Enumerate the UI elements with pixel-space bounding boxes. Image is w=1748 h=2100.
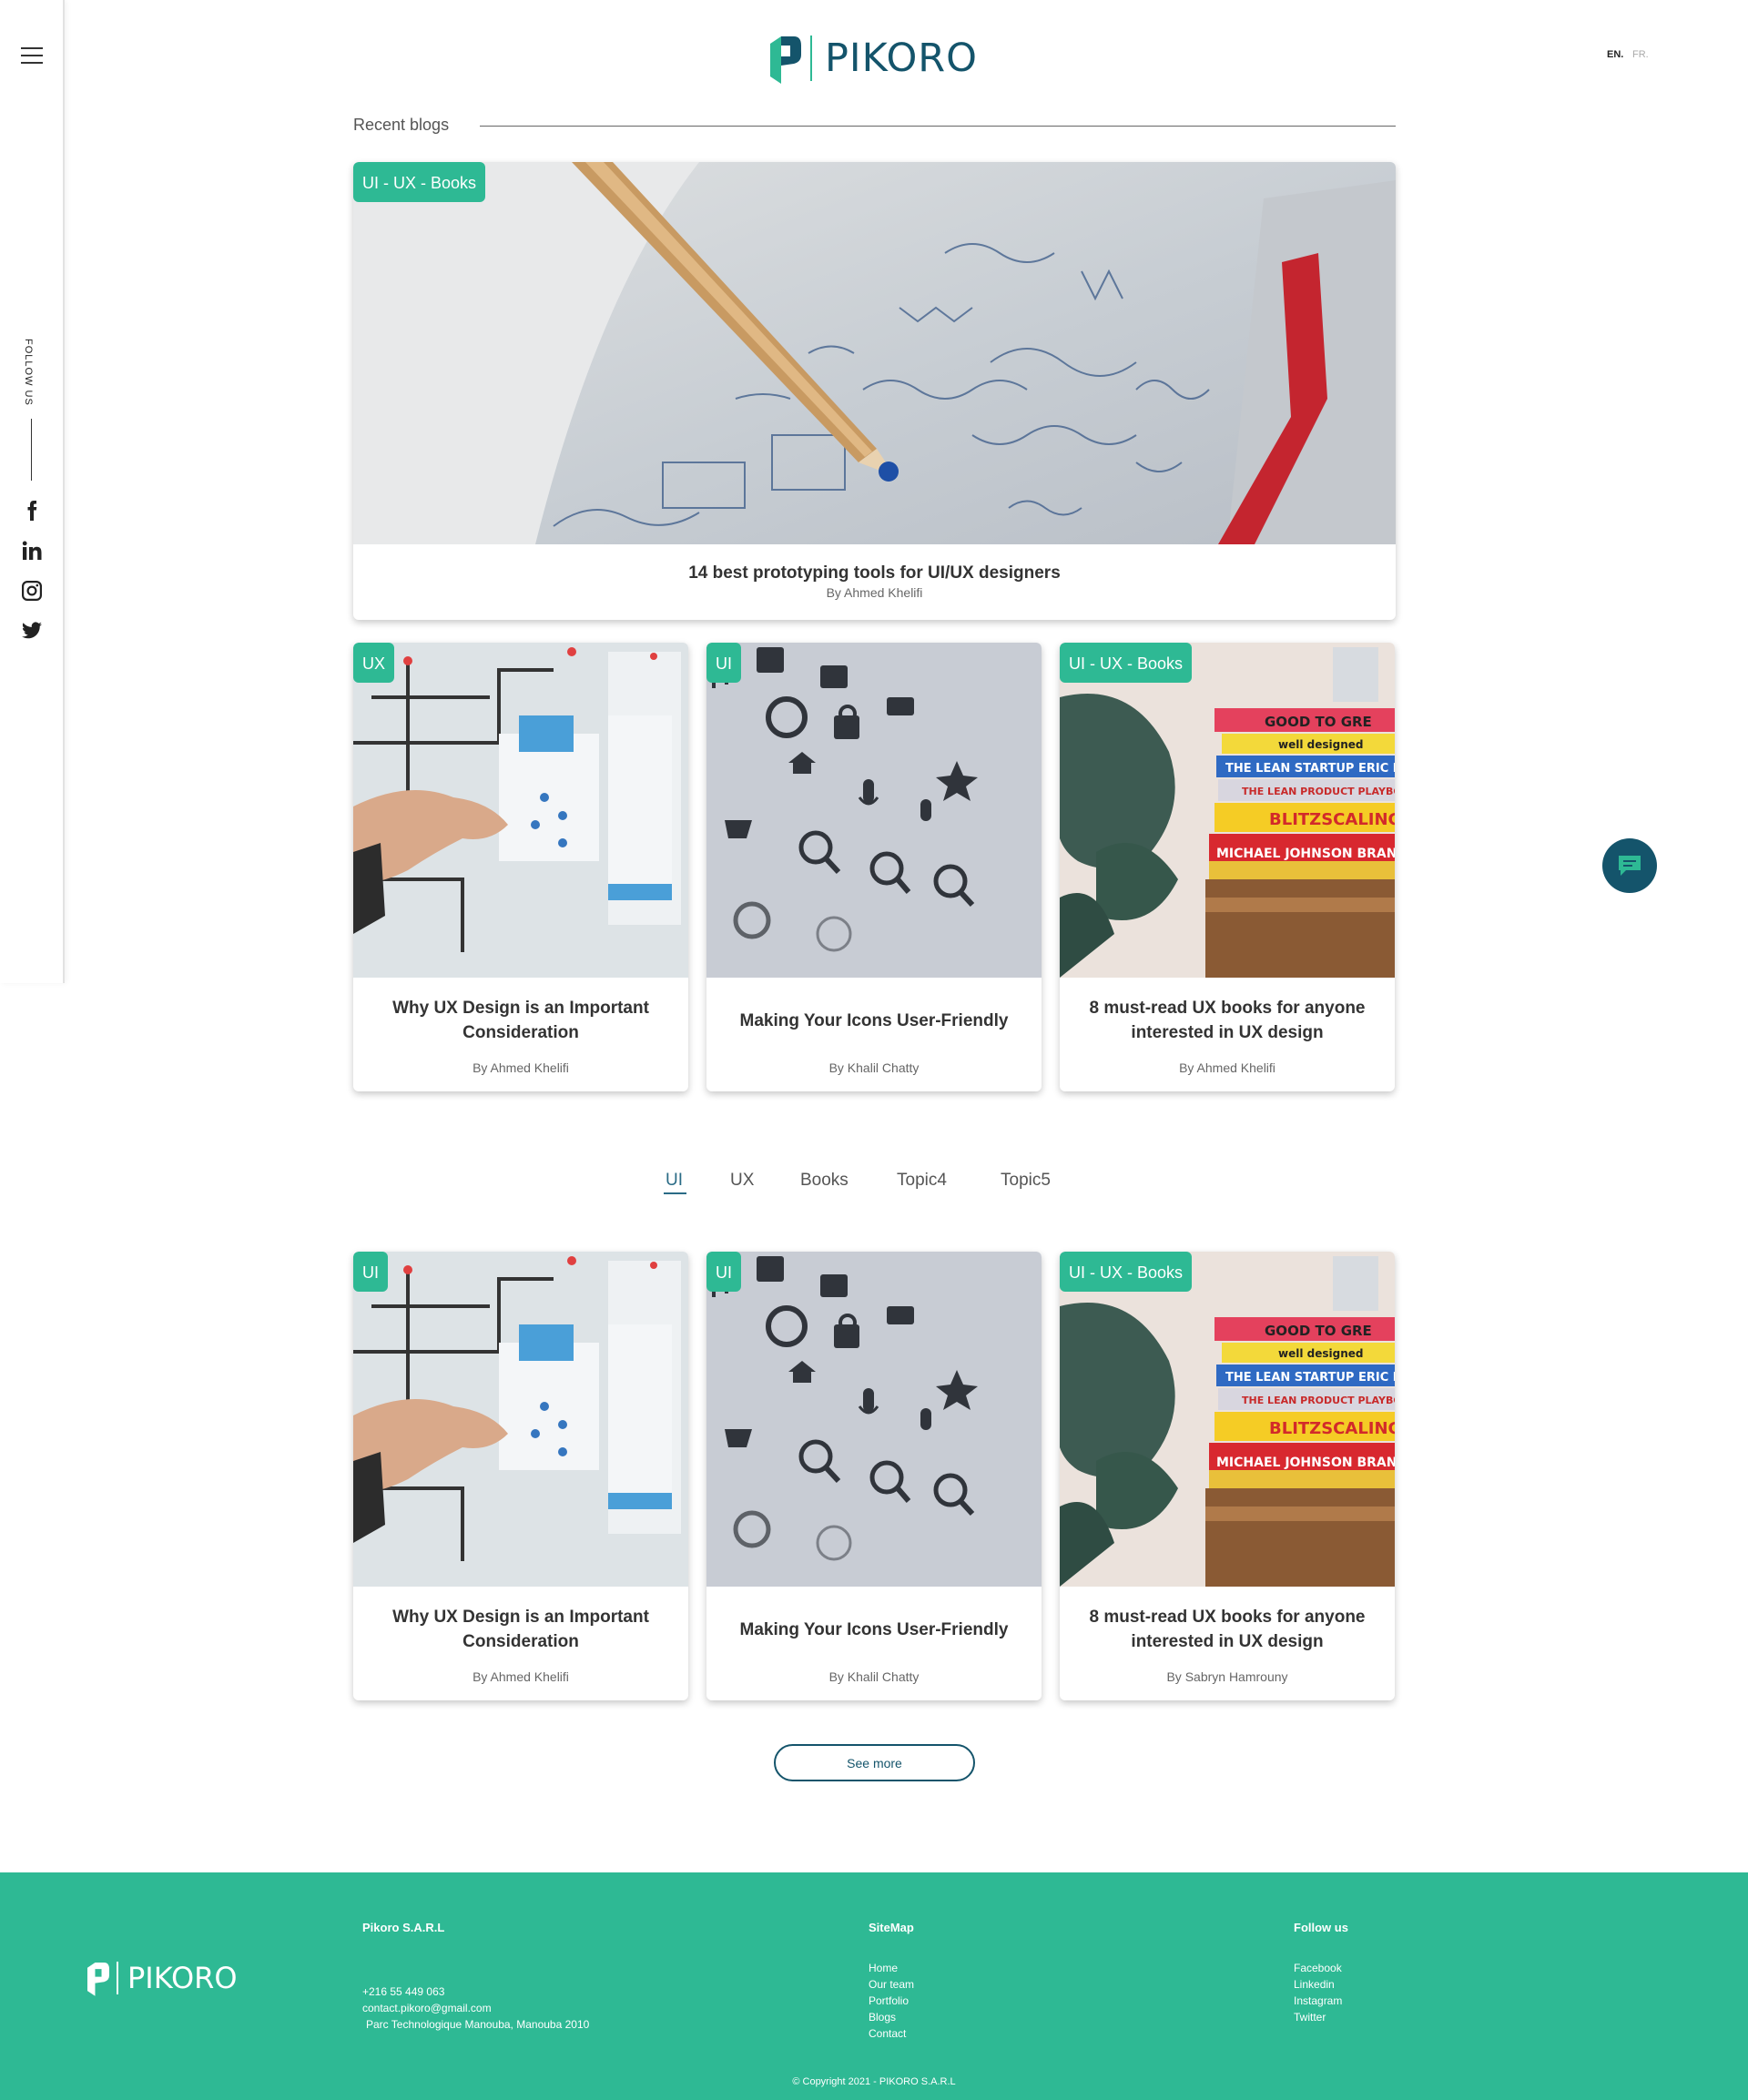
blog-card[interactable]: UX Why UX Design is an Important Conside… bbox=[353, 643, 688, 1091]
category-tag[interactable]: UI bbox=[706, 643, 741, 683]
blog-image bbox=[706, 1252, 1042, 1587]
blog-card[interactable]: UI Why UX Design is an Important Conside… bbox=[353, 1252, 688, 1700]
footer-link-linkedin[interactable]: Linkedin bbox=[1294, 1976, 1342, 1993]
category-tag[interactable]: UI bbox=[706, 1252, 741, 1292]
blog-title[interactable]: 8 must-read UX books for anyone interest… bbox=[1069, 1605, 1386, 1654]
blog-author: By Ahmed Khelifi bbox=[473, 1669, 569, 1684]
brand-logo[interactable]: PIKORO bbox=[770, 33, 978, 84]
company-name: Pikoro S.A.R.L bbox=[362, 1921, 445, 1934]
blog-image bbox=[353, 1252, 688, 1587]
svg-text:THE LEAN PRODUCT PLAYBOOK: THE LEAN PRODUCT PLAYBOOK bbox=[1242, 786, 1395, 797]
blog-image bbox=[353, 643, 688, 978]
instagram-icon[interactable] bbox=[20, 579, 44, 603]
category-tag[interactable]: UI - UX - Books bbox=[353, 162, 486, 202]
footer-brand-name: PIKORO bbox=[127, 1961, 238, 1995]
tab-books[interactable]: Books bbox=[800, 1171, 849, 1191]
svg-text:BLITZSCALING: BLITZSCALING bbox=[1269, 810, 1395, 829]
chat-icon bbox=[1619, 856, 1641, 876]
blog-title[interactable]: Making Your Icons User-Friendly bbox=[716, 1618, 1032, 1642]
footer-link-our-team[interactable]: Our team bbox=[869, 1976, 914, 1993]
blog-card[interactable]: UI Making Your Icons User-Friendly By Kh… bbox=[706, 643, 1042, 1091]
address: Parc Technologique Manouba, Manouba 2010 bbox=[366, 2018, 590, 2031]
logo-mark-icon bbox=[87, 1963, 109, 1996]
svg-text:GOOD TO GRE: GOOD TO GRE bbox=[1265, 714, 1372, 730]
blog-card[interactable]: GOOD TO GRE well designed THE LEAN START… bbox=[1060, 1252, 1395, 1700]
svg-text:THE LEAN PRODUCT PLAYBOOK: THE LEAN PRODUCT PLAYBOOK bbox=[1242, 1395, 1395, 1406]
footer: PIKORO Pikoro S.A.R.L +216 55 449 063 co… bbox=[0, 1872, 1748, 2100]
svg-text:well designed: well designed bbox=[1278, 738, 1363, 751]
blog-title[interactable]: Why UX Design is an Important Considerat… bbox=[362, 1605, 679, 1654]
email: contact.pikoro@gmail.com bbox=[362, 2002, 492, 2014]
blog-card[interactable]: GOOD TO GRE well designed THE LEAN START… bbox=[1060, 643, 1395, 1091]
footer-link-twitter[interactable]: Twitter bbox=[1294, 2009, 1342, 2025]
footer-link-facebook[interactable]: Facebook bbox=[1294, 1960, 1342, 1976]
blog-title[interactable]: Why UX Design is an Important Considerat… bbox=[362, 996, 679, 1045]
footer-logo[interactable]: PIKORO bbox=[87, 1960, 238, 1996]
blog-image: GOOD TO GRE well designed THE LEAN START… bbox=[1060, 1252, 1395, 1587]
blog-title[interactable]: Making Your Icons User-Friendly bbox=[716, 1009, 1032, 1033]
blog-image bbox=[706, 643, 1042, 978]
svg-text:well designed: well designed bbox=[1278, 1347, 1363, 1360]
svg-text:THE LEAN STARTUP ERIC RI: THE LEAN STARTUP ERIC RI bbox=[1225, 762, 1395, 776]
section-title: Recent blogs bbox=[353, 116, 450, 134]
lang-fr[interactable]: FR. bbox=[1632, 49, 1649, 60]
footer-link-instagram[interactable]: Instagram bbox=[1294, 1993, 1342, 2009]
category-tag[interactable]: UI - UX - Books bbox=[1060, 643, 1193, 683]
svg-text:MICHAEL JOHNSON BRANDING: MICHAEL JOHNSON BRANDING bbox=[1216, 1456, 1395, 1470]
active-tab-indicator bbox=[664, 1192, 686, 1194]
footer-link-contact[interactable]: Contact bbox=[869, 2025, 914, 2042]
category-tag[interactable]: UI - UX - Books bbox=[1060, 1252, 1193, 1292]
featured-blog-card[interactable]: UI - UX - Books 14 best prototyping tool… bbox=[353, 162, 1396, 620]
footer-link-blogs[interactable]: Blogs bbox=[869, 2009, 914, 2025]
linkedin-icon[interactable] bbox=[20, 539, 44, 563]
footer-link-portfolio[interactable]: Portfolio bbox=[869, 1993, 914, 2009]
blog-author: By Ahmed Khelifi bbox=[473, 1060, 569, 1075]
twitter-icon[interactable] bbox=[20, 619, 44, 643]
svg-text:BLITZSCALING: BLITZSCALING bbox=[1269, 1419, 1395, 1438]
blog-author: By Sabryn Hamrouny bbox=[1166, 1669, 1288, 1684]
tab-topic4[interactable]: Topic4 bbox=[897, 1171, 947, 1191]
copyright: © Copyright 2021 - PIKORO S.A.R.L bbox=[792, 2076, 956, 2087]
menu-icon[interactable] bbox=[21, 47, 43, 64]
sitemap-title: SiteMap bbox=[869, 1921, 914, 1934]
category-tag[interactable]: UX bbox=[353, 643, 395, 683]
chat-button[interactable] bbox=[1602, 838, 1657, 893]
follow-title: Follow us bbox=[1294, 1921, 1348, 1934]
divider bbox=[31, 419, 32, 481]
blog-author: By Ahmed Khelifi bbox=[1179, 1060, 1275, 1075]
lang-en[interactable]: EN. bbox=[1607, 49, 1623, 60]
svg-text:GOOD TO GRE: GOOD TO GRE bbox=[1265, 1323, 1372, 1339]
footer-link-home[interactable]: Home bbox=[869, 1960, 914, 1976]
blog-author: By Ahmed Khelifi bbox=[826, 585, 923, 600]
tab-ui[interactable]: UI bbox=[666, 1171, 683, 1191]
logo-mark-icon bbox=[770, 36, 801, 84]
blog-title[interactable]: 8 must-read UX books for anyone interest… bbox=[1069, 996, 1386, 1045]
blog-title[interactable]: 14 best prototyping tools for UI/UX desi… bbox=[362, 561, 1387, 585]
brand-name: PIKORO bbox=[825, 36, 979, 81]
follow-us-label: FOLLOW US bbox=[23, 339, 34, 406]
svg-text:THE LEAN STARTUP ERIC RI: THE LEAN STARTUP ERIC RI bbox=[1225, 1371, 1395, 1385]
blog-author: By Khalil Chatty bbox=[828, 1060, 920, 1075]
featured-image bbox=[353, 162, 1396, 544]
tab-ux[interactable]: UX bbox=[730, 1171, 754, 1191]
blog-author: By Khalil Chatty bbox=[828, 1669, 920, 1684]
category-tag[interactable]: UI bbox=[353, 1252, 388, 1292]
see-more-button[interactable]: See more bbox=[774, 1744, 975, 1781]
tab-topic5[interactable]: Topic5 bbox=[1001, 1171, 1051, 1191]
blog-image: GOOD TO GRE well designed THE LEAN START… bbox=[1060, 643, 1395, 978]
divider bbox=[480, 126, 1396, 127]
svg-text:MICHAEL JOHNSON BRANDING: MICHAEL JOHNSON BRANDING bbox=[1216, 847, 1395, 861]
blog-card[interactable]: UI Making Your Icons User-Friendly By Kh… bbox=[706, 1252, 1042, 1700]
sidebar: FOLLOW US bbox=[0, 0, 65, 983]
facebook-icon[interactable] bbox=[20, 499, 44, 522]
phone: +216 55 449 063 bbox=[362, 1985, 445, 1998]
